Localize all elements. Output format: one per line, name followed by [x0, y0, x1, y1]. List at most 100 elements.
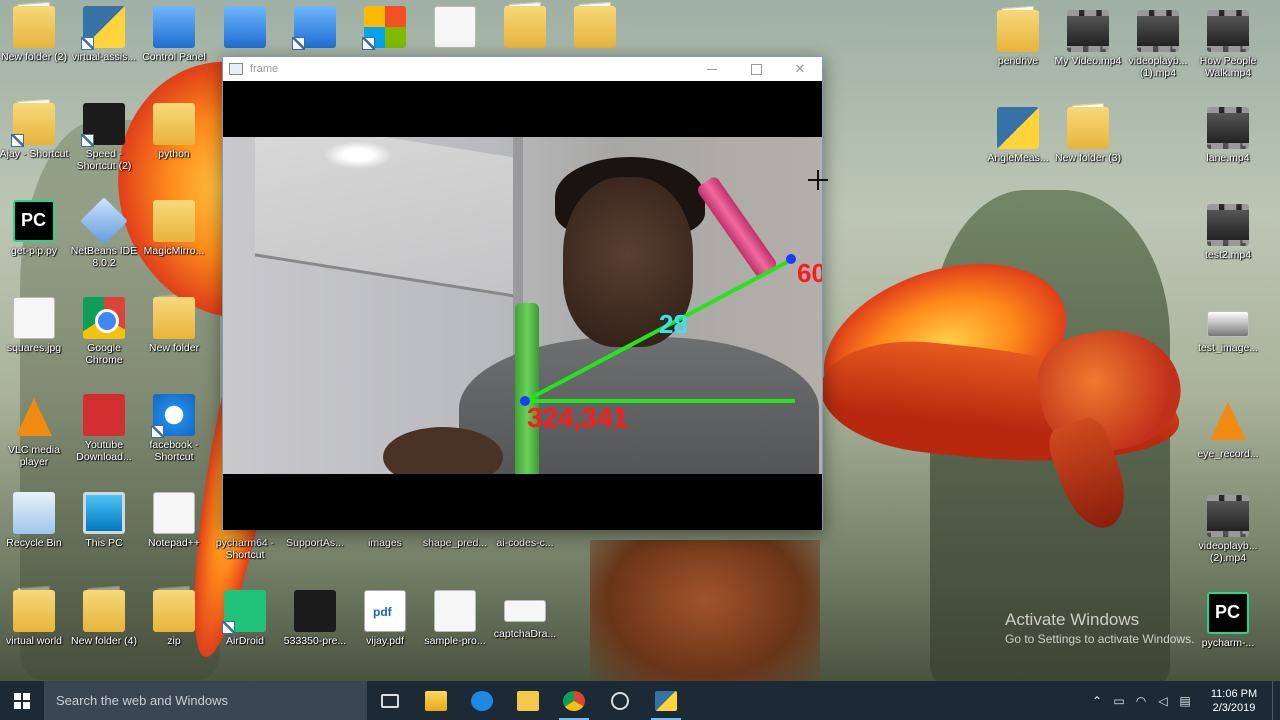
pycharm-file-icon: PC: [13, 200, 55, 242]
angle-label: 28: [659, 309, 688, 339]
image-file-icon: [1207, 311, 1249, 337]
folder-icon: [997, 10, 1039, 52]
arm-end-point: [786, 254, 796, 264]
maximize-button[interactable]: [734, 57, 778, 81]
python-file-icon: [81, 6, 125, 50]
desktop-icon[interactable]: Youtube Download...: [67, 388, 141, 484]
close-button[interactable]: ✕: [778, 57, 822, 81]
clock[interactable]: 11:06 PM 2/3/2019: [1196, 687, 1272, 715]
show-desktop-button[interactable]: [1272, 681, 1280, 720]
notepad-plus-plus-icon: [153, 492, 195, 534]
desktop-icon[interactable]: pendrive: [981, 4, 1055, 100]
desktop-icon[interactable]: This PC: [67, 486, 141, 582]
taskbar: Search the web and Windows ⌃ ▭ ◠ ◁ ▤ 11:…: [0, 681, 1280, 720]
desktop-icon[interactable]: vijay.pdf: [348, 584, 422, 680]
search-box[interactable]: Search the web and Windows: [44, 681, 367, 720]
folder-icon: [13, 590, 55, 632]
windows-logo-icon: [14, 692, 30, 709]
desktop-icon[interactable]: videoplayb... (2).mp4: [1191, 489, 1265, 585]
desktop-icon[interactable]: Notepad++: [137, 486, 211, 582]
folder-icon: [153, 297, 195, 339]
edge-button[interactable]: [459, 681, 505, 720]
coordinate-label: 324,341: [527, 402, 628, 433]
recorder-icon: [611, 691, 629, 710]
folder-icon: [153, 200, 195, 242]
desktop-icon[interactable]: Control Panel: [137, 0, 211, 96]
python-icon: [655, 690, 677, 711]
desktop-icon[interactable]: PC get-pip.py: [0, 194, 71, 290]
video-file-icon: [1137, 10, 1179, 52]
desktop-icon[interactable]: zip: [137, 584, 211, 680]
image-file-icon: [294, 590, 336, 632]
top-right-label: 60: [797, 258, 822, 288]
folder-icon: [574, 6, 616, 48]
store-button[interactable]: [505, 681, 551, 720]
desktop-icon[interactable]: facebook - Shortcut: [137, 388, 211, 484]
frame-window[interactable]: frame ✕ 28 324,341 60: [222, 56, 823, 530]
vlc-icon: [1210, 402, 1246, 440]
desktop-icon[interactable]: AngleMeas...: [981, 101, 1055, 197]
desktop-icon[interactable]: My Video.mp4: [1051, 4, 1125, 100]
chrome-icon: [83, 297, 125, 339]
desktop-icon[interactable]: virtual-assis...: [67, 0, 141, 96]
desktop-icon[interactable]: virtual world: [0, 584, 71, 680]
wifi-icon[interactable]: ◠: [1130, 694, 1152, 708]
folder-icon: [153, 103, 195, 145]
video-file-icon: [1207, 10, 1249, 52]
desktop-icon[interactable]: eye_record...: [1191, 392, 1265, 488]
file-explorer-icon: [425, 690, 447, 711]
video-file-icon: [1207, 204, 1249, 246]
task-view-button[interactable]: [367, 681, 413, 720]
desktop-icon[interactable]: python: [137, 97, 211, 193]
folder-shortcut-icon: [11, 103, 55, 147]
folder-icon: [153, 590, 195, 632]
minimize-button[interactable]: [690, 57, 734, 81]
desktop-icon[interactable]: NetBeans IDE 8.0.2: [67, 194, 141, 290]
folder-icon: [504, 6, 546, 48]
search-placeholder: Search the web and Windows: [56, 693, 228, 708]
action-center-icon[interactable]: ▤: [1174, 694, 1196, 708]
desktop-icon[interactable]: PC pycharm-...: [1191, 586, 1265, 682]
desktop-icon[interactable]: Google Chrome: [67, 291, 141, 387]
desktop-icon[interactable]: lane.mp4: [1191, 101, 1265, 197]
task-view-icon: [381, 693, 399, 708]
this-pc-icon: [83, 492, 125, 534]
video-frame: 28 324,341 60: [223, 81, 822, 530]
desktop-icon[interactable]: test2.mp4: [1191, 198, 1265, 294]
internet-explorer-icon: [151, 394, 195, 438]
desktop-icon[interactable]: Ajay - Shortcut: [0, 97, 71, 193]
desktop-icon[interactable]: MagicMirro...: [137, 194, 211, 290]
desktop-icon[interactable]: Speed - Shortcut (2): [67, 97, 141, 193]
desktop-icon[interactable]: New folder (3): [1051, 101, 1125, 197]
desktop-icon[interactable]: sample-pro...: [418, 584, 492, 680]
start-button[interactable]: [0, 681, 44, 720]
pycharm-icon: PC: [1207, 592, 1249, 634]
control-panel-icon: [153, 6, 195, 48]
desktop-icon[interactable]: captchaDra...: [488, 584, 562, 680]
battery-icon[interactable]: ▭: [1108, 694, 1130, 708]
desktop-icon[interactable]: New folder: [137, 291, 211, 387]
volume-icon[interactable]: ◁: [1152, 694, 1174, 708]
chevron-up-icon[interactable]: ⌃: [1086, 694, 1108, 708]
chrome-icon: [563, 690, 585, 711]
image-file-icon: [13, 297, 55, 339]
desktop-icon[interactable]: test_image...: [1191, 295, 1265, 391]
desktop-icon[interactable]: New folder (2): [0, 0, 71, 96]
desktop-icon[interactable]: VLC media player: [0, 388, 71, 484]
python-button[interactable]: [643, 681, 689, 720]
desktop-icon[interactable]: AirDroid: [208, 584, 282, 680]
app-icon: [292, 6, 336, 50]
window-titlebar[interactable]: frame ✕: [223, 57, 822, 81]
file-explorer-button[interactable]: [413, 681, 459, 720]
recycle-bin-icon: [13, 492, 55, 534]
desktop-icon[interactable]: How People Walk.mp4: [1191, 4, 1265, 100]
desktop-icon[interactable]: New folder (4): [67, 584, 141, 680]
desktop-icon[interactable]: Recycle Bin: [0, 486, 71, 582]
edge-icon: [471, 690, 493, 711]
chrome-button[interactable]: [551, 681, 597, 720]
watermark-subtitle: Go to Settings to activate Windows.: [1005, 632, 1195, 646]
desktop-icon[interactable]: videoplayb... (1).mp4: [1121, 4, 1195, 100]
recorder-button[interactable]: [597, 681, 643, 720]
desktop-icon[interactable]: 533350-pre...: [278, 584, 352, 680]
desktop-icon[interactable]: squares.jpg: [0, 291, 71, 387]
